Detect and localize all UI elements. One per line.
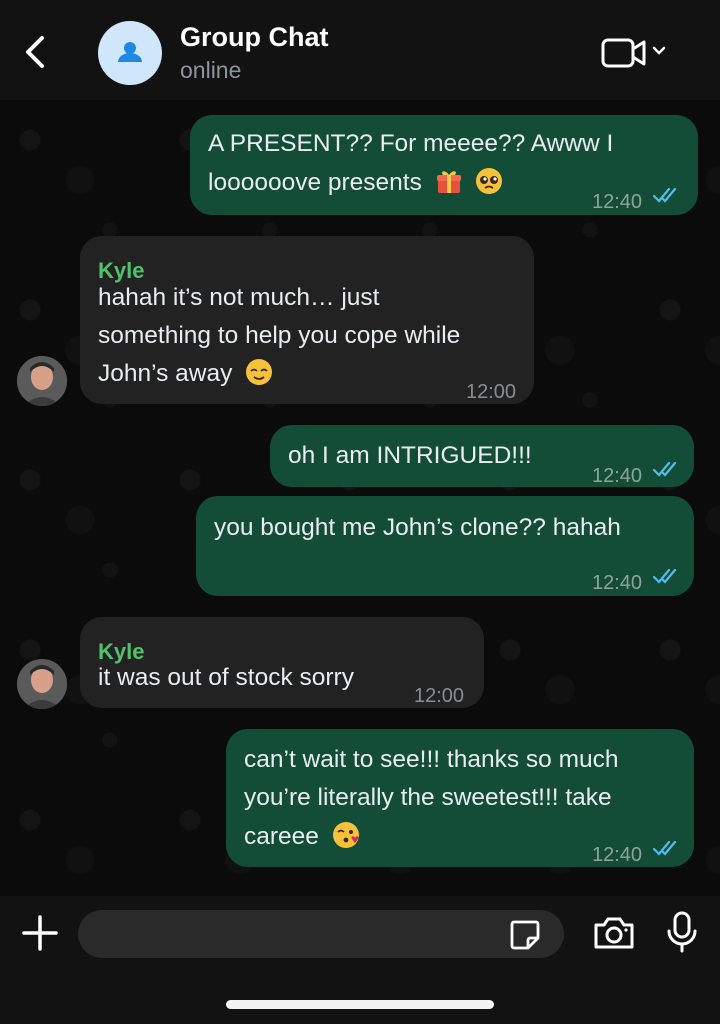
chat-title[interactable]: Group Chat <box>180 22 329 53</box>
message-time: 12:40 <box>592 191 643 213</box>
message-line: something to help you cope while <box>98 322 461 349</box>
message-line: can’t wait to see!!! thanks so much <box>244 746 619 773</box>
microphone-icon[interactable] <box>664 910 700 954</box>
face-blowing-kiss-icon <box>332 822 359 848</box>
message-list[interactable]: A PRESENT?? For meeee?? Awww I loooooove… <box>0 100 720 896</box>
message-bubble-outgoing[interactable]: A PRESENT?? For meeee?? Awww I loooooove… <box>190 115 698 215</box>
avatar[interactable] <box>17 356 67 406</box>
message-line: you’re literally the sweetest!!! take <box>244 784 612 811</box>
home-indicator[interactable] <box>226 1000 494 1009</box>
gift-icon <box>436 171 461 193</box>
message-line: A PRESENT?? For meeee?? Awww I <box>208 130 614 157</box>
read-receipt-icon <box>652 187 677 203</box>
message-line: you bought me John’s clone?? hahah <box>214 514 621 541</box>
chat-header: Group Chat online <box>0 0 720 100</box>
message-bubble-outgoing[interactable]: you bought me John’s clone?? hahah 12:40 <box>196 496 694 596</box>
chat-status: online <box>180 57 242 83</box>
message-bubble-incoming[interactable]: Kyle hahah it’s not much… just something… <box>80 236 534 404</box>
message-time: 12:00 <box>466 381 517 403</box>
message-line: hahah it’s not much… just <box>98 284 380 311</box>
read-receipt-icon <box>652 461 677 477</box>
sticker-icon[interactable] <box>508 918 542 952</box>
chevron-left-icon[interactable] <box>18 30 54 74</box>
message-time: 12:40 <box>592 844 643 866</box>
read-receipt-icon <box>652 568 677 584</box>
message-line: John’s away <box>98 360 233 387</box>
message-input[interactable] <box>78 910 564 958</box>
camera-icon[interactable] <box>592 913 636 953</box>
pleading-face-icon <box>476 168 503 194</box>
chevron-down-icon <box>652 46 666 55</box>
message-line: loooooove presents <box>208 169 422 196</box>
video-call-icon[interactable] <box>600 36 670 70</box>
group-avatar-icon[interactable] <box>98 21 162 85</box>
message-line: it was out of stock sorry <box>98 664 354 691</box>
message-time: 12:40 <box>592 572 643 594</box>
message-time: 12:00 <box>414 685 465 707</box>
message-bubble-outgoing[interactable]: can’t wait to see!!! thanks so much you’… <box>226 729 694 867</box>
plus-icon[interactable] <box>20 913 60 953</box>
message-line: oh I am INTRIGUED!!! <box>288 442 532 469</box>
message-time: 12:40 <box>592 465 643 487</box>
message-bubble-incoming[interactable]: Kyle it was out of stock sorry 12:00 <box>80 617 484 708</box>
message-bubble-outgoing[interactable]: oh I am INTRIGUED!!! 12:40 <box>270 425 694 487</box>
message-line: careee <box>244 823 319 850</box>
avatar[interactable] <box>17 659 67 709</box>
read-receipt-icon <box>652 840 677 856</box>
relieved-face-icon <box>246 359 273 385</box>
